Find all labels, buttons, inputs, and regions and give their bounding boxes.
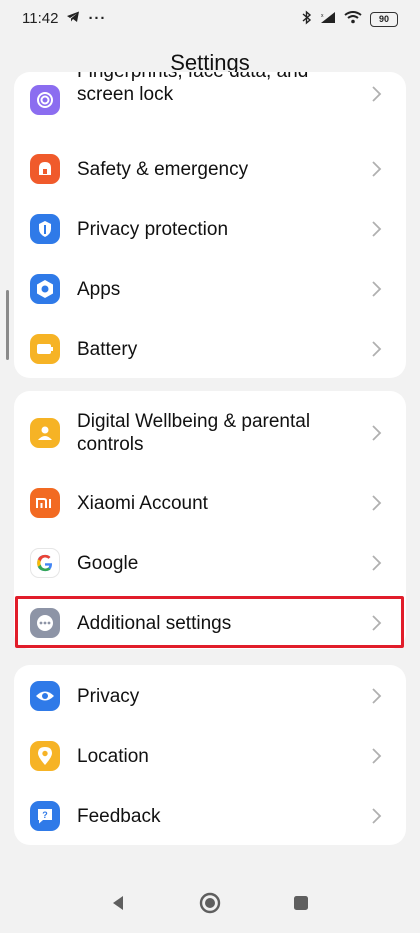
emergency-icon <box>30 154 60 184</box>
list-item-label: Safety & emergency <box>77 158 249 180</box>
battery-indicator: 90 <box>370 11 398 27</box>
svg-text:?: ? <box>42 810 48 820</box>
list-item-privacy-protection[interactable]: Privacy protection <box>14 199 406 259</box>
chevron-right-icon <box>372 425 382 441</box>
privacy-protection-icon <box>30 214 60 244</box>
list-item-label: Fingerprints, face data, and screen lock <box>77 72 308 105</box>
home-icon <box>199 892 221 914</box>
list-item-privacy[interactable]: Privacy <box>14 666 406 726</box>
back-icon <box>113 896 123 910</box>
feedback-icon: ? <box>30 801 60 831</box>
location-icon <box>30 741 60 771</box>
fingerprint-icon <box>30 85 60 115</box>
google-icon <box>30 548 60 578</box>
scrollbar[interactable] <box>6 290 9 360</box>
back-button[interactable] <box>103 888 133 918</box>
list-item-label: Apps <box>77 278 121 300</box>
chevron-right-icon <box>372 555 382 571</box>
battery-icon <box>30 334 60 364</box>
list-item-label: Location <box>77 745 149 767</box>
wellbeing-icon <box>30 418 60 448</box>
svg-text:x: x <box>321 13 324 19</box>
chevron-right-icon <box>372 161 382 177</box>
settings-group-security: Fingerprints, face data, and screen lock… <box>14 72 406 378</box>
bluetooth-icon <box>302 10 312 28</box>
home-button[interactable] <box>195 888 225 918</box>
wifi-icon <box>344 11 362 27</box>
highlight-box <box>15 596 404 648</box>
recents-button[interactable] <box>286 888 316 918</box>
chevron-right-icon <box>372 748 382 764</box>
signal-icon: x <box>320 11 336 27</box>
apps-icon <box>30 274 60 304</box>
list-item-google[interactable]: Google <box>14 533 406 593</box>
list-item-label: Battery <box>77 338 138 360</box>
list-item-label: Xiaomi Account <box>77 492 208 514</box>
more-notifications-icon: ··· <box>88 10 107 27</box>
list-item-location[interactable]: Location <box>14 726 406 786</box>
chevron-right-icon <box>372 221 382 237</box>
navigation-bar <box>0 880 420 933</box>
xiaomi-icon <box>30 488 60 518</box>
status-bar: 11:42 ··· x 90 <box>0 0 420 38</box>
list-item-apps[interactable]: Apps <box>14 259 406 319</box>
list-item-label: Google <box>77 552 139 574</box>
list-item-label: Privacy protection <box>77 218 229 240</box>
list-item-label: Privacy <box>77 685 140 707</box>
chevron-right-icon <box>372 281 382 297</box>
chevron-right-icon <box>372 808 382 824</box>
list-item-feedback[interactable]: ? Feedback <box>14 786 406 845</box>
list-item-digital-wellbeing[interactable]: Digital Wellbeing & parental controls <box>14 401 406 465</box>
list-item-xiaomi-account[interactable]: Xiaomi Account <box>14 473 406 533</box>
chevron-right-icon <box>372 688 382 704</box>
list-item-label: Feedback <box>77 805 161 827</box>
chevron-right-icon <box>372 495 382 511</box>
eye-icon <box>30 681 60 711</box>
chevron-right-icon <box>372 341 382 357</box>
status-time: 11:42 <box>22 10 59 27</box>
list-item-safety-emergency[interactable]: Safety & emergency <box>14 139 406 199</box>
chevron-right-icon <box>372 86 382 102</box>
list-item-battery[interactable]: Battery <box>14 319 406 378</box>
telegram-icon <box>66 10 80 27</box>
settings-group-privacy: Privacy Location ? Feedback <box>14 665 406 845</box>
list-item-label: Digital Wellbeing & parental controls <box>77 411 311 455</box>
recents-icon <box>294 896 308 910</box>
list-item-fingerprint[interactable]: Fingerprints, face data, and screen lock <box>14 72 406 128</box>
